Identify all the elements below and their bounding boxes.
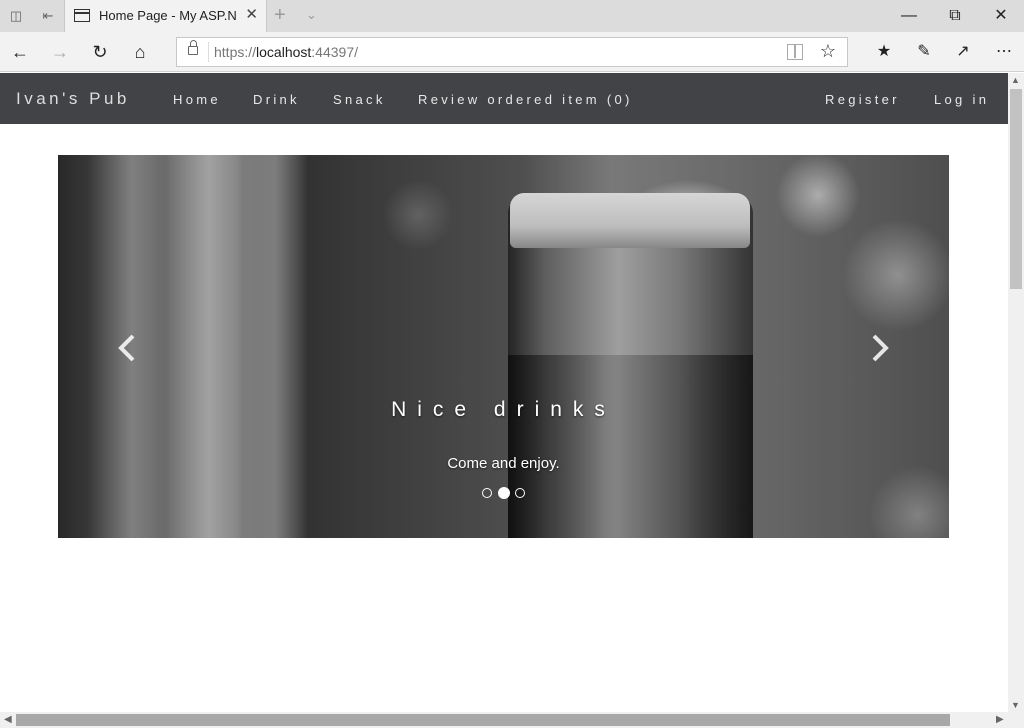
home-icon[interactable]: ⌂ <box>129 41 151 63</box>
minimize-icon[interactable]: — <box>886 0 932 32</box>
carousel-caption-title: Nice drinks <box>391 398 616 421</box>
favorites-icon[interactable]: ★ <box>873 41 895 63</box>
scroll-left-icon[interactable]: ◀ <box>4 714 12 725</box>
scroll-down-icon[interactable]: ▼ <box>1011 700 1020 710</box>
more-menu-icon[interactable]: ⋯ <box>993 41 1015 63</box>
tab-title: Home Page - My ASP.N <box>99 8 237 23</box>
tab-preview-chevron-icon[interactable]: ⌄ <box>306 7 317 23</box>
favorite-star-icon[interactable]: ☆ <box>820 41 836 61</box>
browser-tab-home[interactable]: Home Page - My ASP.N ✕ <box>64 0 267 32</box>
url-scheme: https:// <box>214 44 257 60</box>
nav-register[interactable]: Register <box>825 92 900 107</box>
url-text[interactable]: https://localhost:44397/ <box>214 44 358 60</box>
page-viewport: Ivan's Pub Home Drink Snack Review order… <box>0 73 1008 712</box>
vertical-scrollbar[interactable]: ▲ ▼ <box>1008 73 1024 712</box>
carousel-indicator-3[interactable] <box>515 488 525 498</box>
scroll-right-icon[interactable]: ▶ <box>996 714 1004 725</box>
restore-icon[interactable]: ⧉ <box>932 0 978 32</box>
carousel-indicator-2[interactable] <box>498 487 510 499</box>
reading-view-icon[interactable] <box>787 44 803 60</box>
carousel-overlay <box>58 155 949 538</box>
horizontal-scrollbar[interactable]: ◀ ▶ <box>0 712 1024 728</box>
carousel-indicator-1[interactable] <box>482 488 492 498</box>
address-bar[interactable]: https://localhost:44397/ ☆ <box>176 37 848 67</box>
carousel-caption-text: Come and enjoy. <box>447 455 560 472</box>
refresh-icon[interactable]: ↻ <box>89 41 111 63</box>
back-icon[interactable]: ← <box>9 41 31 63</box>
close-window-icon[interactable]: ✕ <box>978 0 1024 32</box>
horizontal-scroll-thumb[interactable] <box>16 714 950 726</box>
nav-home[interactable]: Home <box>173 92 221 107</box>
nav-snack[interactable]: Snack <box>333 92 386 107</box>
web-note-pen-icon[interactable]: ✎ <box>913 41 935 63</box>
site-brand[interactable]: Ivan's Pub <box>16 89 130 109</box>
address-divider <box>208 42 209 62</box>
page-favicon-icon <box>74 9 90 22</box>
hero-carousel: Nice drinks Come and enjoy. <box>58 155 949 538</box>
share-icon[interactable]: ↗ <box>952 41 974 63</box>
browser-toolbar: ← → ↻ ⌂ https://localhost:44397/ ☆ ★ ✎ ↗… <box>0 32 1024 72</box>
vertical-scroll-thumb[interactable] <box>1010 89 1022 289</box>
close-tab-icon[interactable]: ✕ <box>245 7 258 23</box>
site-navbar: Ivan's Pub Home Drink Snack Review order… <box>0 73 1008 124</box>
url-host: localhost <box>256 44 312 60</box>
url-port-path: :44397/ <box>311 44 359 60</box>
set-tabs-aside-icon[interactable]: ⇤ <box>38 6 58 26</box>
nav-login[interactable]: Log in <box>934 92 989 107</box>
carousel-next-icon[interactable] <box>864 333 894 363</box>
browser-tab-bar: ◫ ⇤ Home Page - My ASP.N ✕ + ⌄ — ⧉ ✕ <box>0 0 1024 32</box>
tab-manager-icon[interactable]: ◫ <box>6 6 26 26</box>
carousel-indicators <box>482 487 526 500</box>
scroll-up-icon[interactable]: ▲ <box>1011 75 1020 85</box>
forward-icon[interactable]: → <box>49 41 71 63</box>
new-tab-icon[interactable]: + <box>274 5 286 25</box>
lock-icon <box>188 40 198 55</box>
nav-drink[interactable]: Drink <box>253 92 300 107</box>
nav-review-ordered[interactable]: Review ordered item (0) <box>418 92 633 107</box>
carousel-prev-icon[interactable] <box>113 333 143 363</box>
